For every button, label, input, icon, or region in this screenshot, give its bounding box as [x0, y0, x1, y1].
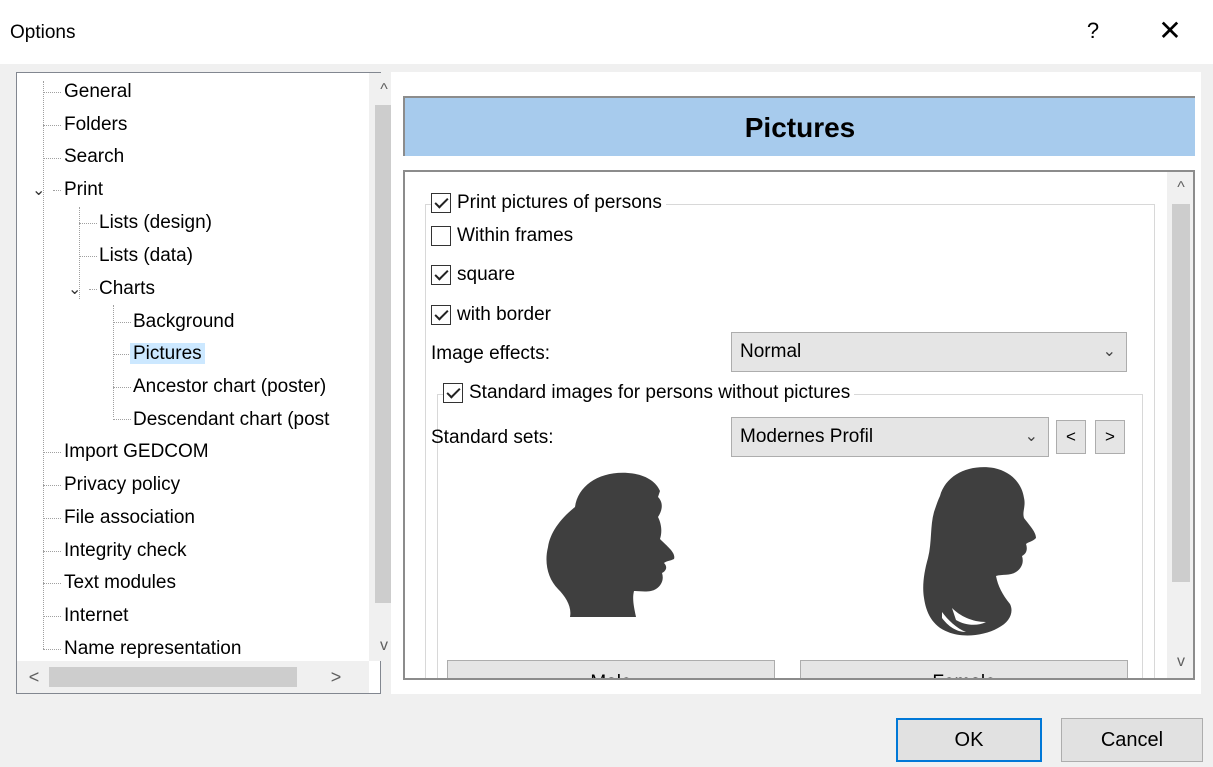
tree-item-privacy-policy[interactable]: Privacy policy [64, 473, 180, 497]
pictures-settings: Print pictures of persons Within frames … [403, 170, 1195, 680]
tree-item-charts[interactable]: Charts [99, 277, 155, 301]
tree-connector [43, 616, 61, 617]
tree-item-lists-data[interactable]: Lists (data) [99, 244, 193, 268]
checkbox-checked-icon[interactable] [443, 383, 463, 403]
tree-item-ancestor-chart[interactable]: Ancestor chart (poster) [133, 375, 326, 399]
tree-connector [43, 158, 61, 159]
cancel-button[interactable]: Cancel [1061, 718, 1203, 762]
tree-connector [113, 354, 131, 355]
content-vertical-scrollbar[interactable]: ^ v [1167, 172, 1193, 678]
tree-connector [113, 322, 131, 323]
checkbox-checked-icon[interactable] [431, 193, 451, 213]
tree-connector [89, 289, 97, 290]
with-border-checkbox[interactable]: with border [431, 304, 551, 326]
female-silhouette-image [923, 467, 1036, 636]
chevron-down-icon[interactable]: ⌄ [32, 183, 45, 199]
tree-connector [43, 81, 44, 649]
with-border-label: with border [457, 304, 551, 325]
standard-sets-select[interactable]: Modernes Profil ⌄ [731, 417, 1049, 457]
tree-item-integrity-check[interactable]: Integrity check [64, 539, 187, 563]
within-frames-label: Within frames [457, 225, 574, 246]
tree-item-internet[interactable]: Internet [64, 604, 128, 628]
tree-connector [43, 518, 61, 519]
next-set-button[interactable]: > [1095, 420, 1125, 454]
square-checkbox[interactable]: square [431, 264, 515, 286]
scroll-right-icon[interactable]: > [321, 661, 351, 693]
tree-connector [79, 223, 97, 224]
tree-item-search[interactable]: Search [64, 145, 124, 169]
tree-connector [43, 551, 61, 552]
chevron-down-icon[interactable]: ⌄ [68, 282, 81, 298]
window-title: Options [10, 22, 76, 43]
standard-images-checkbox[interactable]: Standard images for persons without pict… [443, 382, 855, 404]
title-bar: Options ? ✕ [0, 0, 1213, 64]
tree-item-name-representation[interactable]: Name representation [64, 637, 241, 661]
tree-item-file-association[interactable]: File association [64, 506, 195, 530]
checkbox-checked-icon[interactable] [431, 265, 451, 285]
tree-connector [43, 452, 61, 453]
scroll-left-icon[interactable]: < [19, 661, 49, 693]
male-silhouette-image [546, 472, 675, 617]
tree-item-print[interactable]: Print [64, 178, 103, 202]
help-button[interactable]: ? [1078, 18, 1108, 44]
tree-hscroll-thumb[interactable] [49, 667, 297, 687]
image-effects-value: Normal [740, 341, 802, 362]
tree-connector [113, 419, 131, 420]
section-title: Pictures [744, 112, 856, 143]
standard-sets-value: Modernes Profil [740, 426, 874, 447]
image-effects-select[interactable]: Normal ⌄ [731, 332, 1127, 372]
settings-panel: Pictures Print pictures of persons Withi… [391, 72, 1201, 694]
checkbox-checked-icon[interactable] [431, 305, 451, 325]
tree-connector [43, 92, 61, 93]
male-button[interactable]: Male [447, 660, 775, 678]
standard-images-label: Standard images for persons without pict… [469, 382, 851, 403]
tree-item-import-gedcom[interactable]: Import GEDCOM [64, 440, 209, 464]
tree-horizontal-scrollbar[interactable]: < > [17, 661, 369, 693]
content-vscroll-thumb[interactable] [1172, 204, 1190, 582]
ok-button[interactable]: OK [896, 718, 1042, 762]
square-label: square [457, 264, 516, 285]
tree-item-lists-design[interactable]: Lists (design) [99, 211, 212, 235]
tree-item-background[interactable]: Background [133, 310, 234, 334]
previous-set-button[interactable]: < [1056, 420, 1086, 454]
tree-connector [79, 256, 97, 257]
checkbox-unchecked-icon[interactable] [431, 226, 451, 246]
tree-connector [43, 649, 61, 650]
close-button[interactable]: ✕ [1152, 14, 1188, 47]
tree-connector [53, 190, 61, 191]
print-pictures-checkbox[interactable]: Print pictures of persons [431, 192, 666, 214]
standard-sets-label: Standard sets: [431, 427, 554, 448]
image-effects-label: Image effects: [431, 343, 550, 364]
tree-item-general[interactable]: General [64, 80, 132, 104]
chevron-down-icon: ⌄ [1102, 343, 1116, 360]
tree-item-text-modules[interactable]: Text modules [64, 571, 176, 595]
tree-item-pictures[interactable]: Pictures [130, 342, 205, 366]
tree-item-descendant-chart[interactable]: Descendant chart (post [133, 408, 367, 432]
tree-connector [113, 387, 131, 388]
print-pictures-label: Print pictures of persons [457, 192, 662, 213]
scroll-down-icon[interactable]: v [1167, 648, 1193, 676]
tree-item-folders[interactable]: Folders [64, 113, 127, 137]
tree-connector [43, 485, 61, 486]
chevron-down-icon: ⌄ [1024, 428, 1038, 445]
female-button[interactable]: Female [800, 660, 1128, 678]
tree-connector [43, 125, 61, 126]
section-header: Pictures [403, 96, 1195, 156]
tree-connector [43, 583, 61, 584]
options-tree: ⌄ ⌄ General Folders Search Print Lists (… [16, 72, 399, 694]
within-frames-checkbox[interactable]: Within frames [431, 225, 573, 247]
scroll-up-icon[interactable]: ^ [1167, 174, 1193, 202]
